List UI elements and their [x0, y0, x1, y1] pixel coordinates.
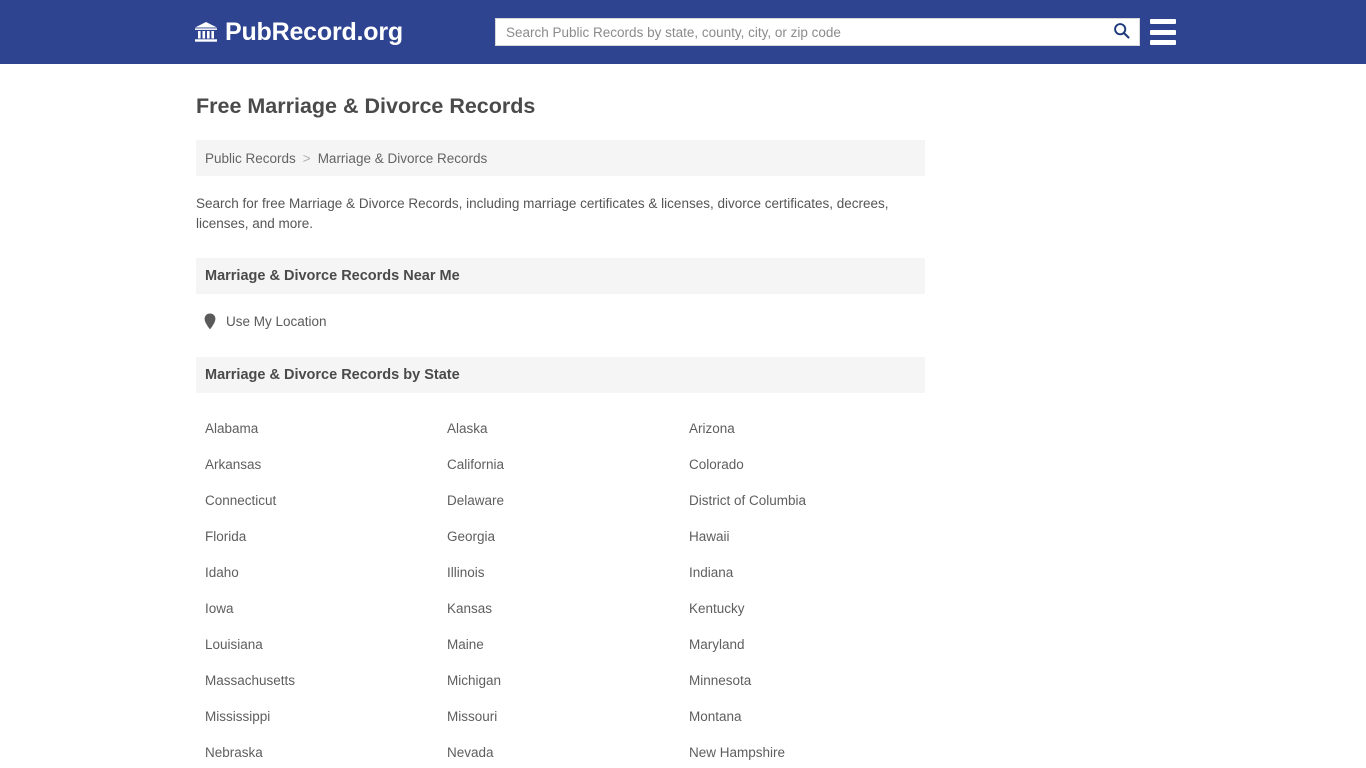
use-my-location-link[interactable]: Use My Location: [226, 314, 327, 329]
use-my-location-row: Use My Location: [196, 310, 925, 332]
state-link[interactable]: Connecticut: [205, 483, 447, 519]
state-link[interactable]: Nebraska: [205, 735, 447, 768]
site-header: PubRecord.org: [0, 0, 1366, 64]
state-link[interactable]: Montana: [689, 699, 931, 735]
map-pin-icon: [204, 313, 216, 330]
state-link[interactable]: Georgia: [447, 519, 689, 555]
state-link[interactable]: Maryland: [689, 627, 931, 663]
state-link[interactable]: Illinois: [447, 555, 689, 591]
state-link[interactable]: New Hampshire: [689, 735, 931, 768]
section-header-by-state: Marriage & Divorce Records by State: [196, 357, 925, 393]
state-link[interactable]: Minnesota: [689, 663, 931, 699]
hamburger-menu-icon-bar-2: [1150, 29, 1176, 35]
state-link[interactable]: Alaska: [447, 411, 689, 447]
search-button[interactable]: [1103, 19, 1139, 45]
breadcrumb: Public Records > Marriage & Divorce Reco…: [196, 140, 925, 176]
hamburger-menu-icon-bar-1: [1150, 19, 1176, 24]
state-link[interactable]: Florida: [205, 519, 447, 555]
state-link[interactable]: Kentucky: [689, 591, 931, 627]
state-link[interactable]: Idaho: [205, 555, 447, 591]
breadcrumb-item-public-records[interactable]: Public Records: [205, 151, 296, 166]
state-link[interactable]: Nevada: [447, 735, 689, 768]
state-link[interactable]: Alabama: [205, 411, 447, 447]
search-icon: [1113, 22, 1130, 42]
state-link[interactable]: Indiana: [689, 555, 931, 591]
state-link[interactable]: Kansas: [447, 591, 689, 627]
state-link[interactable]: Missouri: [447, 699, 689, 735]
hamburger-menu-icon-bar-3: [1150, 40, 1176, 45]
state-link[interactable]: Arkansas: [205, 447, 447, 483]
state-link[interactable]: Arizona: [689, 411, 931, 447]
page-title: Free Marriage & Divorce Records: [196, 94, 536, 118]
state-link[interactable]: Hawaii: [689, 519, 931, 555]
state-link[interactable]: Colorado: [689, 447, 931, 483]
state-link[interactable]: Massachusetts: [205, 663, 447, 699]
section-header-near-me: Marriage & Divorce Records Near Me: [196, 258, 925, 294]
page-body: Free Marriage & Divorce Records Public R…: [0, 64, 1366, 768]
site-logo-link[interactable]: PubRecord.org: [194, 0, 403, 64]
search-bar: [495, 18, 1140, 46]
hamburger-menu-button[interactable]: [1150, 19, 1176, 45]
site-logo-text: PubRecord.org: [225, 17, 403, 46]
state-list: Alabama Alaska Arizona Arkansas Californ…: [196, 411, 925, 768]
state-link[interactable]: Iowa: [205, 591, 447, 627]
state-link[interactable]: Michigan: [447, 663, 689, 699]
state-link[interactable]: California: [447, 447, 689, 483]
breadcrumb-separator-icon: >: [302, 150, 311, 166]
state-link[interactable]: Louisiana: [205, 627, 447, 663]
state-link[interactable]: Delaware: [447, 483, 689, 519]
search-input[interactable]: [496, 19, 1103, 45]
main-content: Free Marriage & Divorce Records Public R…: [196, 86, 925, 768]
page-description: Search for free Marriage & Divorce Recor…: [196, 196, 889, 231]
breadcrumb-item-current: Marriage & Divorce Records: [317, 150, 488, 166]
bank-building-icon: [194, 20, 218, 44]
state-link[interactable]: District of Columbia: [689, 483, 931, 519]
state-link[interactable]: Mississippi: [205, 699, 447, 735]
state-link[interactable]: Maine: [447, 627, 689, 663]
